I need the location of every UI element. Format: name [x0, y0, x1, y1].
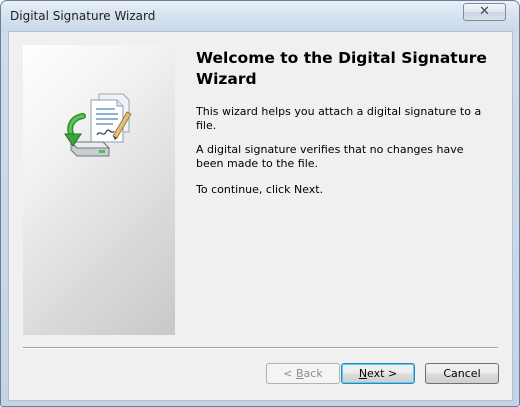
next-button-mnemonic: N [358, 367, 368, 380]
wizard-side-panel [23, 45, 175, 335]
wizard-client-area: Welcome to the Digital Signature Wizard … [8, 31, 513, 401]
next-button-label: ext > [367, 367, 398, 380]
page-title: Welcome to the Digital Signature Wizard [196, 49, 487, 88]
wizard-window: Digital Signature Wizard ✕ Welcome to th… [0, 0, 520, 407]
continue-instruction: To continue, click Next. [196, 183, 324, 196]
back-button-mnemonic: B [296, 367, 304, 380]
back-button[interactable]: < Back [266, 363, 340, 384]
cancel-button[interactable]: Cancel [425, 363, 499, 384]
button-divider [23, 347, 498, 349]
back-button-prefix: < [283, 367, 296, 380]
close-button[interactable]: ✕ [463, 3, 506, 21]
back-button-label: ack [303, 367, 323, 380]
intro-paragraph: This wizard helps you attach a digital s… [196, 105, 482, 132]
close-icon: ✕ [479, 4, 490, 19]
certificate-drive-icon [64, 93, 132, 157]
title-bar[interactable]: Digital Signature Wizard ✕ [1, 1, 519, 31]
signature-info-paragraph: A digital signature verifies that no cha… [196, 143, 464, 170]
next-button[interactable]: Next > [341, 363, 415, 384]
window-title: Digital Signature Wizard [10, 9, 156, 23]
